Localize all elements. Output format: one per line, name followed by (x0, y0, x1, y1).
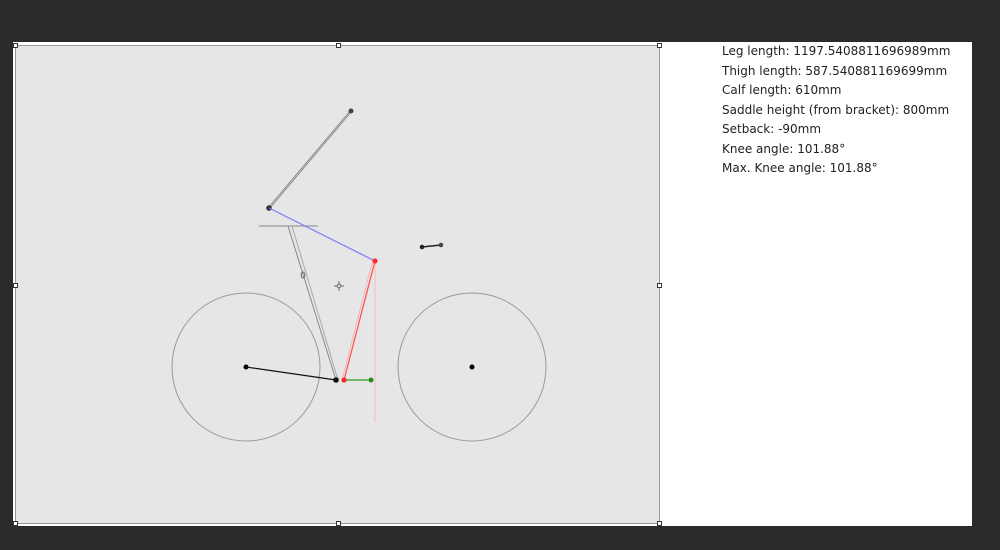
thigh-length-text: Thigh length: 587.540881169699mm (722, 63, 948, 78)
move-cursor-icon (334, 281, 344, 291)
handlebar-stem (421, 244, 442, 248)
handlebar-end (438, 242, 444, 248)
front-hub (469, 364, 475, 370)
calf-outline (341, 262, 373, 381)
resize-handle-top-right[interactable] (657, 43, 662, 48)
resize-handle-top-center[interactable] (336, 43, 341, 48)
toe-point (368, 377, 374, 383)
torso-line-inner (268, 110, 352, 209)
leg-length-text: Leg length: 1197.5408811696989mm (722, 44, 951, 58)
handlebar-point (419, 244, 425, 250)
chainstay (245, 366, 337, 381)
resize-handle-middle-left[interactable] (13, 283, 18, 288)
resize-handle-bottom-center[interactable] (336, 521, 341, 526)
bottom-bracket (333, 377, 339, 383)
setback-text: Setback: -90mm (722, 122, 822, 136)
saddle-height-text: Saddle height (from bracket): 800mm (722, 102, 950, 117)
thigh (268, 207, 376, 262)
seat-tube-inner (291, 225, 339, 381)
max-knee-angle-text: Max. Knee angle: 101.88° (722, 161, 878, 175)
resize-handle-bottom-left[interactable] (13, 521, 18, 526)
shoulder-joint (348, 108, 354, 114)
knee-joint (372, 258, 378, 264)
calf-length-text: Calf length: 610mm (722, 83, 842, 97)
resize-handle-middle-right[interactable] (657, 283, 662, 288)
resize-handle-bottom-right[interactable] (657, 521, 662, 526)
calf (343, 260, 376, 381)
resize-handle-top-left[interactable] (13, 43, 18, 48)
measurement-list: Leg length: 1197.5408811696989mm Thigh l… (722, 42, 950, 179)
knee-angle-text: Knee angle: 101.88° (722, 141, 846, 156)
seat-tube (287, 225, 337, 381)
ankle-joint (341, 377, 347, 383)
